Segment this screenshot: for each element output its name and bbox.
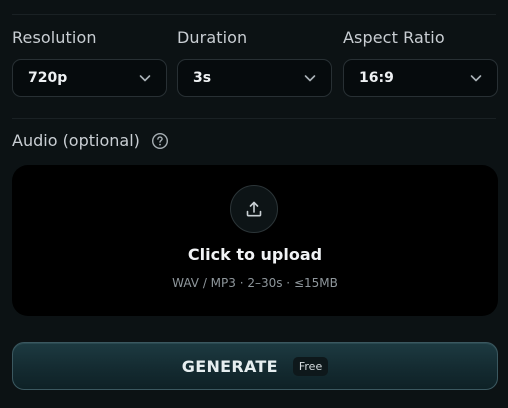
chevron-down-icon xyxy=(470,75,482,82)
aspect-ratio-value: 16:9 xyxy=(359,70,394,86)
aspect-ratio-field: Aspect Ratio 16:9 xyxy=(343,28,498,97)
generate-label: GENERATE xyxy=(181,356,278,376)
chevron-down-icon xyxy=(139,75,151,82)
section-divider xyxy=(12,118,496,119)
duration-field: Duration 3s xyxy=(177,28,332,97)
resolution-value: 720p xyxy=(28,70,68,86)
audio-upload-dropzone[interactable]: Click to upload WAV / MP3 · 2–30s · ≤15M… xyxy=(12,165,498,316)
question-circle-icon[interactable] xyxy=(151,132,169,150)
free-badge: Free xyxy=(292,356,329,376)
video-settings-row: Resolution 720p Duration 3s Aspect Ratio… xyxy=(12,28,498,98)
audio-label: Audio (optional) xyxy=(12,131,140,150)
upload-button-circle[interactable] xyxy=(230,185,278,233)
upload-hint: WAV / MP3 · 2–30s · ≤15MB xyxy=(172,276,338,290)
aspect-ratio-label: Aspect Ratio xyxy=(343,28,445,47)
upload-title: Click to upload xyxy=(187,245,323,264)
resolution-select[interactable]: 720p xyxy=(12,59,167,97)
audio-label-row: Audio (optional) xyxy=(12,131,169,151)
resolution-label: Resolution xyxy=(12,28,97,47)
generate-button[interactable]: GENERATE Free xyxy=(12,342,498,390)
top-divider xyxy=(12,14,496,15)
aspect-ratio-select[interactable]: 16:9 xyxy=(343,59,498,97)
duration-select[interactable]: 3s xyxy=(177,59,332,97)
chevron-down-icon xyxy=(304,75,316,82)
upload-icon xyxy=(246,201,262,217)
duration-label: Duration xyxy=(177,28,248,47)
resolution-field: Resolution 720p xyxy=(12,28,167,97)
duration-value: 3s xyxy=(193,70,212,86)
